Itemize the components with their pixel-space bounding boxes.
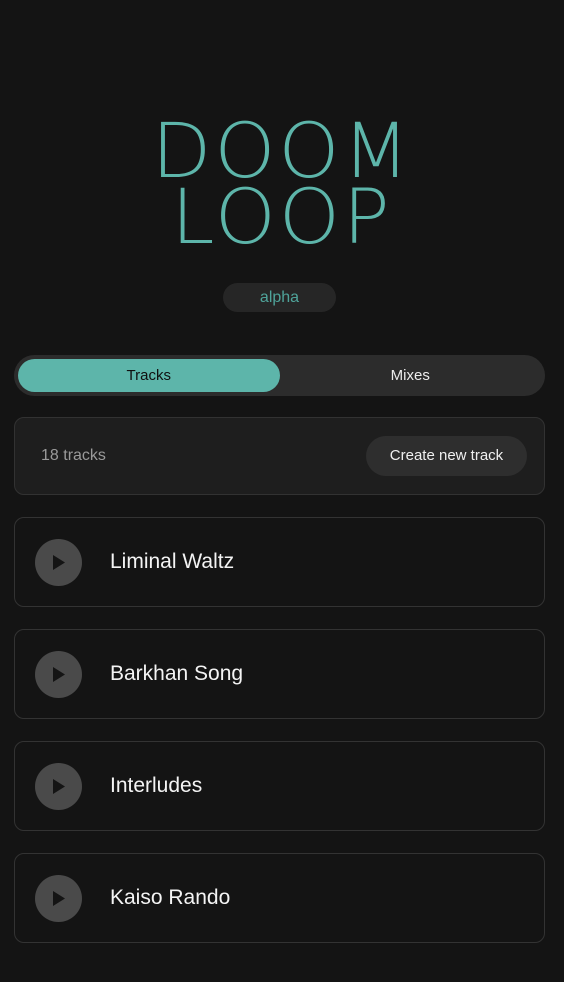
version-badge: alpha — [223, 283, 336, 312]
track-title: Kaiso Rando — [110, 886, 231, 909]
track-title: Liminal Waltz — [110, 550, 235, 573]
play-icon — [53, 667, 65, 682]
tracks-toolbar: 18 tracks Create new track — [14, 417, 545, 495]
track-item[interactable]: Kaiso Rando — [14, 853, 545, 943]
play-icon — [53, 555, 65, 570]
track-item[interactable]: Interludes — [14, 741, 545, 831]
app-logo: DOOM LOOP — [0, 113, 564, 261]
track-list: Liminal Waltz Barkhan Song Interludes Ka… — [14, 517, 545, 965]
track-item[interactable]: Barkhan Song — [14, 629, 545, 719]
tracks-count: 18 tracks — [41, 447, 106, 464]
play-icon — [53, 779, 65, 794]
play-button[interactable] — [35, 763, 82, 810]
app-screen: DOOM LOOP alpha Tracks Mixes 18 tracks C… — [0, 0, 564, 982]
track-item[interactable]: Liminal Waltz — [14, 517, 545, 607]
play-icon — [53, 891, 65, 906]
track-title: Interludes — [110, 774, 203, 797]
play-button[interactable] — [35, 539, 82, 586]
create-track-button[interactable]: Create new track — [366, 436, 527, 476]
tab-tracks[interactable]: Tracks — [18, 359, 280, 392]
tab-mixes[interactable]: Mixes — [280, 359, 542, 392]
view-tabs: Tracks Mixes — [14, 355, 545, 396]
logo-line-2: LOOP — [171, 172, 393, 261]
play-button[interactable] — [35, 651, 82, 698]
play-button[interactable] — [35, 875, 82, 922]
track-title: Barkhan Song — [110, 662, 244, 685]
